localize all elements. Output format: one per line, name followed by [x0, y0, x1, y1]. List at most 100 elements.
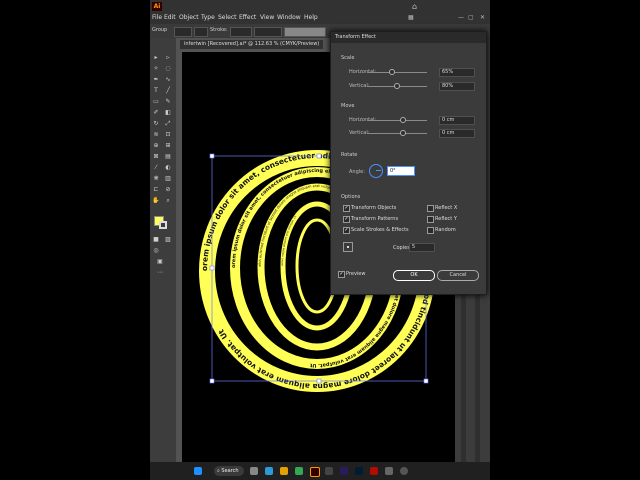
stroke-color-swatch[interactable]: [159, 221, 167, 229]
tools-panel: ▸ ▹ ✧ ◌ ✒ ∿ T ╱ ▭ ✎ ✐ ◧ ↻ ⤢ ≋ ⊡ ⊕ ⊞ ⊠ ▤ …: [150, 38, 176, 480]
app-icon[interactable]: [385, 467, 393, 475]
app-icon[interactable]: [325, 467, 333, 475]
close-icon[interactable]: ✕: [480, 14, 485, 21]
edge-icon[interactable]: [265, 467, 273, 475]
home-icon[interactable]: ⌂: [412, 2, 417, 11]
menu-window[interactable]: Window: [277, 14, 301, 21]
move-horizontal-slider[interactable]: [367, 120, 427, 121]
perspective-grid-tool-icon[interactable]: ⊞: [164, 142, 172, 149]
files-icon[interactable]: [280, 467, 288, 475]
transform-objects-checkbox[interactable]: ✓: [343, 205, 350, 212]
move-vertical-slider[interactable]: [367, 133, 427, 134]
preview-checkbox[interactable]: ✓: [338, 271, 345, 278]
transform-effect-dialog: Transform Effect Scale Horizontal: 65% V…: [330, 31, 487, 295]
line-tool-icon[interactable]: ╱: [164, 87, 172, 94]
reflect-x-checkbox[interactable]: [427, 205, 434, 212]
random-checkbox[interactable]: [427, 227, 434, 234]
menu-select[interactable]: Select: [218, 14, 237, 21]
preview-label: Preview: [346, 271, 366, 277]
chrome-icon[interactable]: [295, 467, 303, 475]
scale-vertical-knob[interactable]: [394, 83, 400, 89]
move-horizontal-knob[interactable]: [400, 117, 406, 123]
stroke-weight-field[interactable]: [230, 27, 252, 37]
eyedropper-tool-icon[interactable]: ⁄: [152, 164, 160, 171]
cancel-button[interactable]: Cancel: [437, 270, 479, 281]
type-tool-icon[interactable]: T: [152, 87, 160, 94]
move-vertical-field[interactable]: 0 cm: [439, 129, 475, 138]
photoshop-icon[interactable]: [355, 467, 363, 475]
menu-view[interactable]: View: [260, 14, 274, 21]
pen-tool-icon[interactable]: ✒: [152, 76, 160, 83]
stroke-label: Stroke:: [210, 27, 228, 33]
transform-patterns-label: Transform Patterns: [351, 216, 399, 222]
minimize-icon[interactable]: —: [458, 14, 464, 21]
ok-button[interactable]: OK: [393, 270, 435, 281]
taskbar-search[interactable]: ⌕ Search: [214, 466, 244, 476]
gradient-mode-icon[interactable]: ▨: [164, 236, 172, 243]
angle-dial[interactable]: [369, 164, 383, 178]
scale-vertical-field[interactable]: 80%: [439, 82, 475, 91]
windows-taskbar: ⌕ Search: [150, 462, 490, 480]
width-tool-icon[interactable]: ≋: [152, 131, 160, 138]
shaper-tool-icon[interactable]: ✐: [152, 109, 160, 116]
hand-tool-icon[interactable]: ✋: [152, 197, 160, 204]
shape-builder-tool-icon[interactable]: ⊕: [152, 142, 160, 149]
symbol-sprayer-tool-icon[interactable]: ❋: [152, 175, 160, 182]
eraser-tool-icon[interactable]: ◧: [164, 109, 172, 116]
edit-toolbar-icon[interactable]: ⋯: [156, 269, 164, 276]
column-graph-tool-icon[interactable]: ▥: [164, 175, 172, 182]
brush-definition[interactable]: [284, 27, 326, 37]
app-icon[interactable]: [400, 467, 408, 475]
reference-point-icon[interactable]: [343, 242, 353, 252]
gradient-tool-icon[interactable]: ▤: [164, 153, 172, 160]
rotate-tool-icon[interactable]: ↻: [152, 120, 160, 127]
scale-strokes-checkbox[interactable]: ✓: [343, 227, 350, 234]
magic-wand-tool-icon[interactable]: ✧: [152, 65, 160, 72]
reflect-x-label: Reflect X: [435, 205, 458, 211]
scale-horizontal-slider[interactable]: [367, 72, 427, 73]
direct-selection-tool-icon[interactable]: ▹: [164, 54, 172, 61]
illustrator-taskbar-icon[interactable]: [310, 467, 320, 477]
arrange-icon[interactable]: ▦: [408, 14, 414, 21]
curvature-tool-icon[interactable]: ∿: [164, 76, 172, 83]
menu-type[interactable]: Type: [201, 14, 215, 21]
acrobat-icon[interactable]: [370, 467, 378, 475]
menu-edit[interactable]: Edit: [164, 14, 176, 21]
menu-help[interactable]: Help: [304, 14, 318, 21]
menu-object[interactable]: Object: [179, 14, 199, 21]
fill-swatch[interactable]: [174, 27, 192, 37]
menu-file[interactable]: File: [152, 14, 162, 21]
artboard-tool-icon[interactable]: ⊏: [152, 186, 160, 193]
scale-horizontal-field[interactable]: 65%: [439, 68, 475, 77]
maximize-icon[interactable]: ▢: [468, 14, 474, 21]
move-horizontal-field[interactable]: 0 cm: [439, 116, 475, 125]
scale-tool-icon[interactable]: ⤢: [164, 120, 172, 127]
lasso-tool-icon[interactable]: ◌: [164, 65, 172, 72]
move-vertical-knob[interactable]: [400, 130, 406, 136]
scale-horizontal-knob[interactable]: [389, 69, 395, 75]
transform-patterns-checkbox[interactable]: ✓: [343, 216, 350, 223]
free-transform-tool-icon[interactable]: ⊡: [164, 131, 172, 138]
mesh-tool-icon[interactable]: ⊠: [152, 153, 160, 160]
menu-effect[interactable]: Effect: [239, 14, 256, 21]
stroke-swatch[interactable]: [194, 27, 208, 37]
paintbrush-tool-icon[interactable]: ✎: [164, 98, 172, 105]
screen-mode-icon[interactable]: ▣: [156, 258, 164, 265]
copies-field[interactable]: 5: [409, 243, 435, 252]
windows-start-icon[interactable]: [194, 467, 202, 475]
rectangle-tool-icon[interactable]: ▭: [152, 98, 160, 105]
scale-section-label: Scale: [341, 55, 355, 61]
rotate-angle-field[interactable]: 0°: [387, 166, 415, 176]
slice-tool-icon[interactable]: ⊘: [164, 186, 172, 193]
draw-mode-icon[interactable]: ◎: [152, 247, 160, 254]
blend-tool-icon[interactable]: ◐: [164, 164, 172, 171]
premiere-icon[interactable]: [340, 467, 348, 475]
color-mode-icon[interactable]: ■: [152, 236, 160, 243]
variable-width-profile[interactable]: [254, 27, 282, 37]
zoom-tool-icon[interactable]: ⌕: [164, 197, 172, 204]
reflect-y-checkbox[interactable]: [427, 216, 434, 223]
document-tab[interactable]: infertwin [Recovered].ai* @ 112.63 % (CM…: [180, 40, 324, 49]
file-explorer-icon[interactable]: [250, 467, 258, 475]
selection-type-label: Group: [152, 27, 168, 33]
selection-tool-icon[interactable]: ▸: [152, 54, 160, 61]
